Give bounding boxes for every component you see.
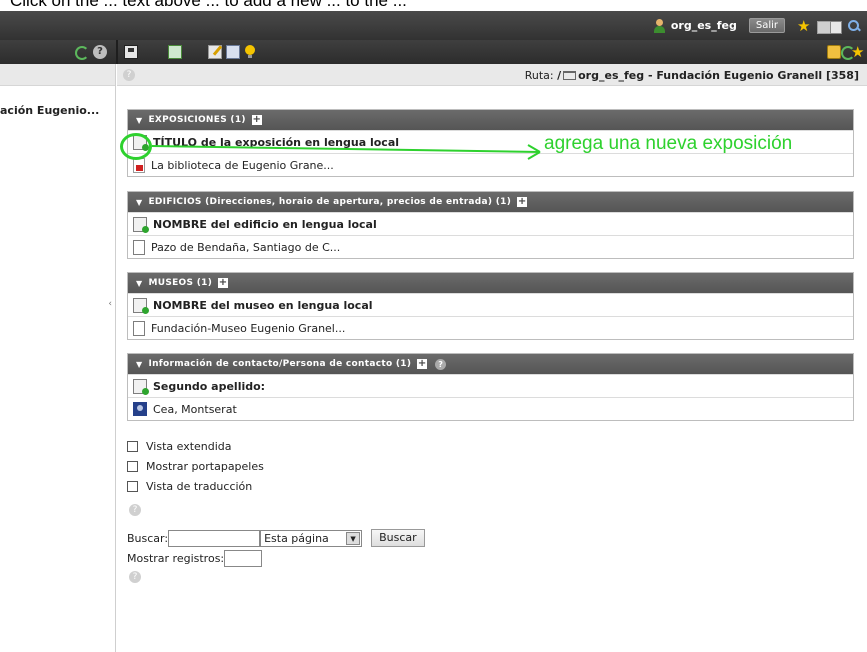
annotation-arrow xyxy=(151,144,541,160)
annotation-text: agrega una nueva exposición xyxy=(544,133,793,154)
